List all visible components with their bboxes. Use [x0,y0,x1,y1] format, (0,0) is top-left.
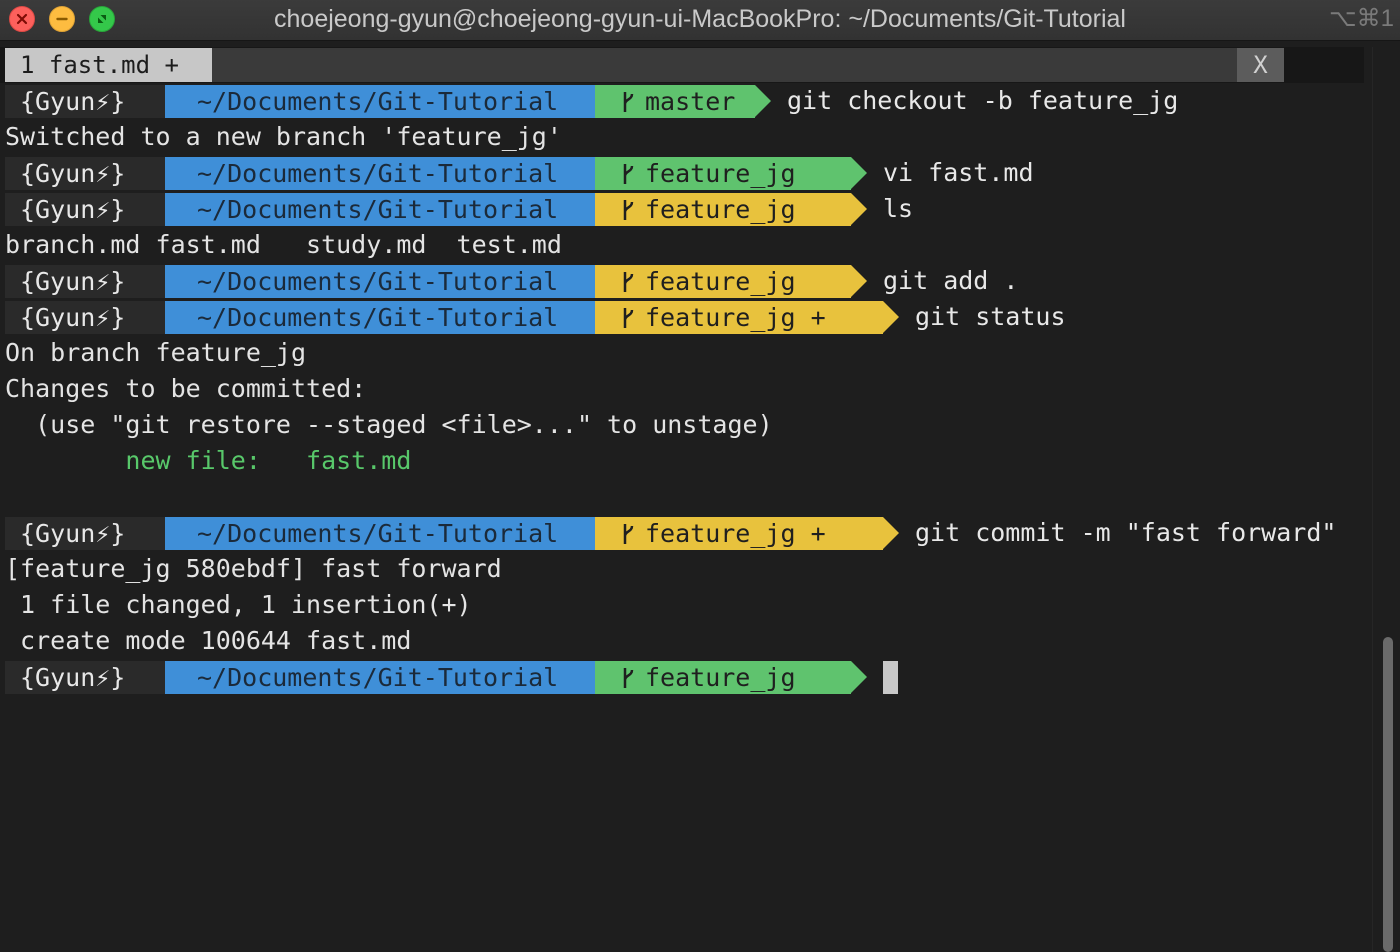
prompt-separator [149,301,165,333]
prompt-separator [883,517,899,549]
prompt-branch-label: feature_jg [645,158,796,188]
prompt-separator [149,193,165,225]
prompt-branch: feature_jg + [595,300,883,334]
prompt-user: {Gyun⚡} [5,300,165,334]
git-branch-icon [623,199,634,220]
output-line: (use "git restore --staged <file>..." to… [5,410,773,439]
tab-fast-md[interactable]: 1 fast.md + [5,48,212,82]
command-text: ls [883,194,914,223]
prompt-user: {Gyun⚡} [5,264,165,298]
output-line: [feature_jg 580ebdf] fast forward [5,554,502,583]
prompt-user: {Gyun⚡} [5,156,165,190]
output-line: 1 file changed, 1 insertion(+) [5,590,472,619]
prompt-line: {Gyun⚡} ~/Documents/Git-Tutorial feature_j… [5,155,1034,191]
prompt-separator [755,85,771,117]
prompt-branch-label: feature_jg + [645,302,826,332]
prompt-separator [149,85,165,117]
git-branch-icon [623,91,634,112]
prompt-line: {Gyun⚡} ~/Documents/Git-Tutorial master git… [5,83,1178,119]
prompt-separator [851,157,867,189]
prompt-branch: feature_jg + [595,516,883,550]
prompt-user: {Gyun⚡} [5,516,165,550]
prompt-path: ~/Documents/Git-Tutorial [165,192,595,226]
git-branch-icon [623,307,634,328]
output-line: create mode 100644 fast.md [5,626,412,655]
prompt-path: ~/Documents/Git-Tutorial [165,84,595,118]
prompt-separator [851,265,867,297]
output-line: Switched to a new branch 'feature_jg' [5,122,562,151]
prompt-separator [149,661,165,693]
window-title: choejeong-gyun@choejeong-gyun-ui-MacBook… [274,5,1126,33]
prompt-separator [149,517,165,549]
output-line-staged-file: new file: fast.md [5,446,412,475]
title-bar: choejeong-gyun@choejeong-gyun-ui-MacBook… [0,0,1400,41]
prompt-separator [149,157,165,189]
prompt-branch-label: master [645,86,736,116]
git-branch-icon [623,523,634,544]
prompt-branch-label: feature_jg [645,266,796,296]
prompt-path: ~/Documents/Git-Tutorial [165,660,595,694]
command-text: git add . [883,266,1019,295]
command-text: git checkout -b feature_jg [787,86,1179,115]
prompt-separator [149,265,165,297]
prompt-path: ~/Documents/Git-Tutorial [165,516,595,550]
close-tab-button[interactable]: X [1237,48,1284,82]
prompt-line: {Gyun⚡} ~/Documents/Git-Tutorial feature_j… [5,515,1336,551]
output-line: On branch feature_jg [5,338,307,367]
text-cursor[interactable] [883,660,898,694]
git-branch-icon [623,271,634,292]
prompt-branch: master [595,84,755,118]
prompt-branch-label: feature_jg + [645,518,826,548]
git-branch-icon [623,163,634,184]
prompt-separator [883,301,899,333]
prompt-path: ~/Documents/Git-Tutorial [165,156,595,190]
output-line: Changes to be committed: [5,374,367,403]
prompt-separator [851,661,867,693]
command-text: git status [915,302,1066,331]
prompt-separator [851,193,867,225]
window-shortcut: ⌥⌘1 [1328,5,1394,32]
prompt-user: {Gyun⚡} [5,192,165,226]
terminal-window: choejeong-gyun@choejeong-gyun-ui-MacBook… [0,0,1400,952]
prompt-path: ~/Documents/Git-Tutorial [165,300,595,334]
prompt-user: {Gyun⚡} [5,84,165,118]
command-text: git commit -m "fast forward" [915,518,1337,547]
prompt-line: {Gyun⚡} ~/Documents/Git-Tutorial feature_j… [5,299,1066,335]
prompt-line-current[interactable]: {Gyun⚡} ~/Documents/Git-Tutorial feature_j… [5,659,898,695]
tab-bar: 1 fast.md + X [0,47,1364,83]
prompt-user: {Gyun⚡} [5,660,165,694]
prompt-branch-label: feature_jg [645,194,796,224]
prompt-branch: feature_jg [595,660,851,694]
prompt-path: ~/Documents/Git-Tutorial [165,264,595,298]
prompt-branch: feature_jg [595,192,851,226]
command-text: vi fast.md [883,158,1034,187]
git-branch-icon [623,667,634,688]
output-line: branch.md fast.md study.md test.md [5,230,562,259]
scrollbar-thumb[interactable] [1383,637,1393,952]
prompt-line: {Gyun⚡} ~/Documents/Git-Tutorial feature_j… [5,191,913,227]
prompt-line: {Gyun⚡} ~/Documents/Git-Tutorial feature_j… [5,263,1018,299]
prompt-branch-label: feature_jg [645,662,796,692]
tab-bar-fill [212,48,1237,82]
prompt-branch: feature_jg [595,264,851,298]
vertical-scrollbar[interactable] [1372,47,1400,952]
prompt-branch: feature_jg [595,156,851,190]
